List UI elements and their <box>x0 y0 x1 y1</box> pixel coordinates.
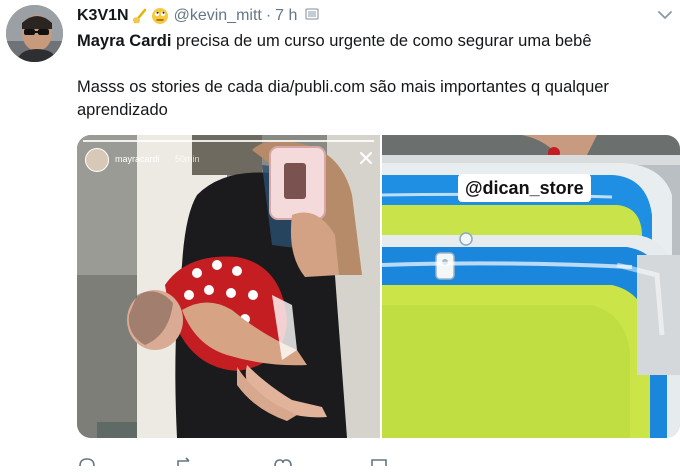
reply-icon[interactable] <box>77 454 97 472</box>
tweet-text: Mayra Cardi precisa de um curso urgente … <box>77 30 667 122</box>
heart-icon[interactable] <box>273 454 293 472</box>
close-icon <box>359 151 373 170</box>
tweet-text-line1: Mayra Cardi precisa de um curso urgente … <box>77 30 667 53</box>
timestamp[interactable]: 7 h <box>275 7 297 25</box>
share-icon[interactable] <box>369 454 389 472</box>
writing-hand-emoji <box>131 7 149 25</box>
face-with-rolling-eyes-emoji <box>151 7 169 25</box>
separator-dot: · <box>265 7 272 24</box>
mentioned-name: Mayra Cardi <box>77 32 172 50</box>
story-time: 50min <box>175 154 200 164</box>
avatar[interactable] <box>6 5 63 62</box>
flag-icon <box>305 7 320 26</box>
retweet-icon[interactable] <box>175 454 195 472</box>
tweet-header: K3V1N @kevin_mitt · 7 h <box>77 4 680 28</box>
story-username: mayracardi <box>115 154 160 164</box>
tweet-text-paragraph: Masss os stories de cada dia/publi.com s… <box>77 78 609 119</box>
display-name[interactable]: K3V1N <box>77 7 129 25</box>
user-handle[interactable]: @kevin_mitt <box>174 7 262 25</box>
tweet-media[interactable]: mayracardi 50min @dican_store <box>77 135 680 438</box>
story-avatar <box>85 148 109 172</box>
tweet-actions <box>77 454 667 467</box>
story-progress-bar <box>83 140 374 142</box>
store-mention-sticker: @dican_store <box>458 174 591 202</box>
chevron-down-icon[interactable] <box>658 7 672 25</box>
story-screenshot[interactable]: mayracardi 50min <box>77 135 380 438</box>
pool-photo[interactable]: @dican_store <box>381 135 680 438</box>
tweet-text-rest: precisa de um curso urgente de como segu… <box>171 32 592 50</box>
